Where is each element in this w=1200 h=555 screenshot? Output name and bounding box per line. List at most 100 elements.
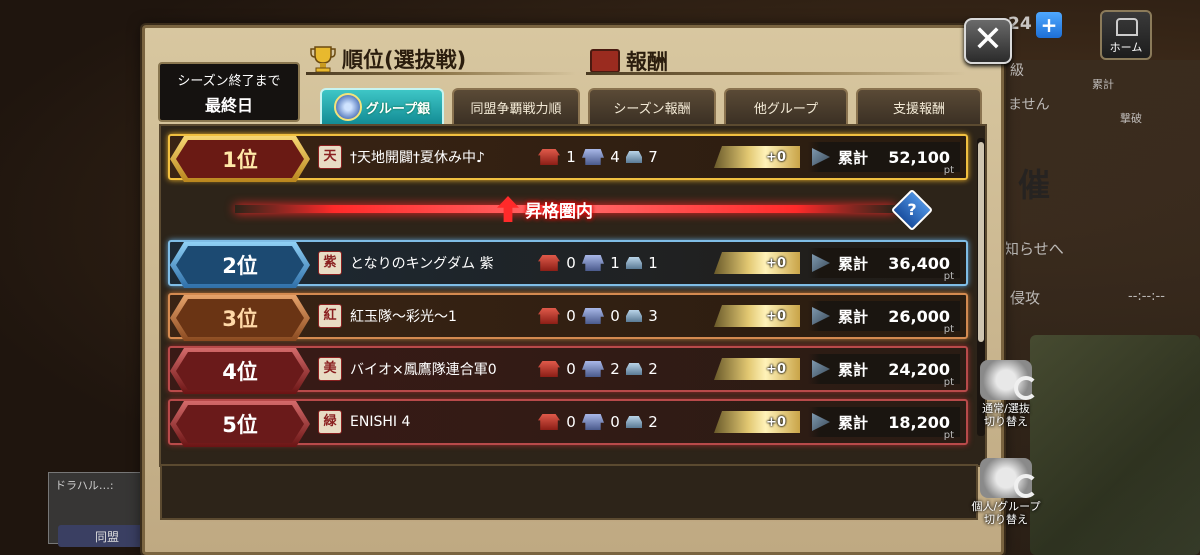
tab-season-reward[interactable]: シーズン報酬: [588, 88, 716, 124]
point-gain-bar: +0: [714, 252, 800, 274]
rank-plate: 5位: [170, 401, 310, 447]
promotion-text: 昇格圏内: [525, 201, 593, 222]
group-emblem-icon: 美: [318, 357, 342, 381]
rank-label: 5位: [222, 413, 258, 437]
medium-castle-count: 4: [610, 148, 620, 166]
small-castle-icon: [626, 310, 642, 322]
header-divider: [306, 72, 576, 75]
total-points-box: 累計 36,400 pt: [808, 248, 960, 282]
castle-counts: 0 1 1: [538, 254, 708, 272]
group-name: となりのキングダム 紫: [350, 256, 494, 272]
rank-plate: 2位: [170, 242, 310, 288]
chat-text: ドラハル…:: [55, 479, 114, 492]
group-name: 紅玉隊〜彩光〜1: [350, 309, 457, 325]
switch-mode-label: 通常/選抜 切り替え: [982, 402, 1030, 428]
point-gain-bar: +0: [714, 358, 800, 380]
large-castle-count: 1: [566, 148, 576, 166]
season-value: 最終日: [204, 96, 253, 115]
home-button[interactable]: ホーム: [1100, 10, 1152, 60]
my-group-row-frame: [160, 464, 978, 520]
castle-counts: 0 0 3: [538, 307, 708, 325]
bg-text: --:--:--: [1128, 289, 1165, 304]
large-castle-count: 0: [566, 413, 576, 431]
bg-text: ません: [1008, 97, 1050, 113]
small-castle-count: 2: [648, 413, 658, 431]
bg-text: 撃破: [1120, 112, 1142, 125]
scrollbar-thumb[interactable]: [978, 142, 984, 342]
point-gain-value: +0: [766, 414, 786, 430]
point-gain-value: +0: [766, 149, 786, 165]
large-castle-count: 0: [566, 307, 576, 325]
total-value: 36,400: [888, 253, 950, 273]
add-stamina-button[interactable]: +: [1036, 12, 1062, 38]
total-unit: pt: [943, 324, 954, 335]
home-icon: [1116, 18, 1138, 36]
tab-alliance-power[interactable]: 同盟争覇戦力順: [452, 88, 580, 124]
row-body: 天 †天地開闢†夏休み中♪ 1 4 7 +0 pt累計 52,100pt: [312, 136, 966, 178]
point-gain-bar: +0: [714, 411, 800, 433]
total-points-box: 累計 18,200pt: [808, 407, 960, 441]
promotion-label: 昇格圏内: [497, 194, 593, 224]
ranking-row[interactable]: 5位 緑 ENISHI 4 0 0 2 +0 pt累計 18,200pt: [168, 399, 968, 447]
group-emblem-icon: 天: [318, 145, 342, 169]
group-emblem-icon: 紅: [318, 304, 342, 328]
medium-castle-icon: [582, 308, 604, 324]
large-castle-icon: [538, 149, 560, 165]
group-name: バイオ×鳳鷹隊連合軍0: [350, 362, 497, 378]
up-arrow-icon: [497, 196, 519, 222]
row-body: 美バイオ×鳳鷹隊連合軍0 0 2 2 +0 pt累計 24,200pt: [312, 348, 966, 390]
medium-castle-count: 0: [610, 307, 620, 325]
tab-group-silver[interactable]: グループ銀: [320, 88, 444, 124]
medium-castle-icon: [582, 255, 604, 271]
small-castle-count: 7: [648, 148, 658, 166]
switch-mode-button[interactable]: 通常/選抜 切り替え: [966, 358, 1046, 428]
rank-plate: 4位: [170, 348, 310, 394]
total-value: 26,000: [888, 306, 950, 326]
total-unit: pt: [943, 271, 954, 282]
season-timer: シーズン終了まで 最終日: [158, 62, 300, 122]
tab-label: シーズン報酬: [613, 101, 691, 117]
castle-counts: 0 0 2: [538, 413, 708, 431]
group-emblem-icon: 紫: [318, 251, 342, 275]
total-value: 52,100: [888, 147, 950, 167]
total-label: 累計: [838, 148, 869, 167]
medium-castle-icon: [582, 361, 604, 377]
bg-text: 催: [1018, 166, 1051, 204]
rank-plate: 3位: [170, 295, 310, 341]
alliance-label: 同盟: [94, 529, 119, 544]
small-castle-count: 1: [648, 254, 658, 272]
small-castle-count: 2: [648, 360, 658, 378]
medium-castle-icon: [582, 414, 604, 430]
close-button[interactable]: ✕: [964, 18, 1012, 64]
total-value: 18,200: [888, 412, 950, 432]
bg-text: 級: [1010, 63, 1024, 79]
treasure-chest-icon: [590, 49, 620, 73]
small-castle-count: 3: [648, 307, 658, 325]
question-icon: ?: [907, 200, 917, 219]
bg-text: 累計: [1092, 78, 1114, 91]
ranking-row[interactable]: 2位 紫となりのキングダム 紫 0 1 1 +0 pt累計 36,400pt: [168, 240, 968, 288]
ranking-row[interactable]: 4位 美バイオ×鳳鷹隊連合軍0 0 2 2 +0 pt累計 24,200pt: [168, 346, 968, 394]
large-castle-icon: [538, 255, 560, 271]
small-castle-icon: [626, 363, 642, 375]
medium-castle-count: 0: [610, 413, 620, 431]
castle-switch-icon: [980, 360, 1038, 400]
large-castle-icon: [538, 414, 560, 430]
tab-label: 他グループ: [753, 101, 819, 117]
point-gain-value: +0: [766, 361, 786, 377]
switch-group-button[interactable]: 個人/グループ 切り替え: [966, 456, 1046, 526]
ranking-row[interactable]: 1位 天 †天地開闢†夏休み中♪ 1 4 7 +0 pt累計 52,100pt: [168, 134, 968, 182]
tab-other-groups[interactable]: 他グループ: [724, 88, 848, 124]
large-castle-icon: [538, 308, 560, 324]
point-gain-value: +0: [766, 308, 786, 324]
small-castle-icon: [626, 416, 642, 428]
tab-support-reward[interactable]: 支援報酬: [856, 88, 982, 124]
point-gain-bar: +0: [714, 305, 800, 327]
total-points-box: 累計 52,100 pt: [808, 142, 960, 176]
rank-label: 2位: [222, 254, 258, 278]
season-label: シーズン終了まで: [177, 74, 281, 89]
total-unit: pt: [943, 165, 954, 176]
silver-rank-badge-icon: [333, 93, 362, 121]
ranking-row[interactable]: 3位 紅紅玉隊〜彩光〜1 0 0 3 +0 pt累計 26,000pt: [168, 293, 968, 341]
total-label: 累計: [838, 254, 869, 273]
